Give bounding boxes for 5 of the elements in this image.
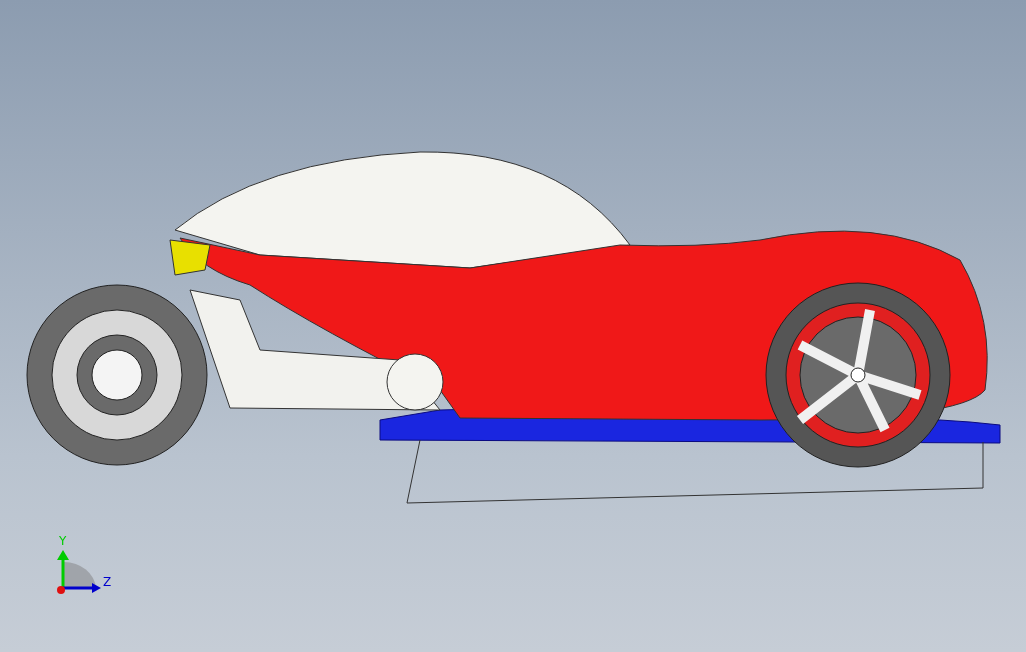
cad-viewport[interactable]: Y Z — [0, 0, 1026, 652]
origin-dot-icon — [57, 586, 65, 594]
axis-label: Z — [103, 576, 112, 588]
axis-label: Y — [59, 535, 67, 547]
triad-quadrant-icon — [64, 562, 96, 588]
